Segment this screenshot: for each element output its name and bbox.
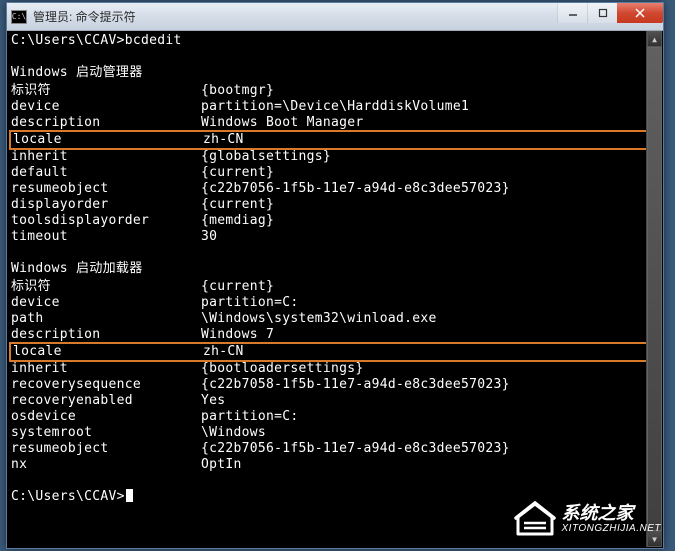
- titlebar[interactable]: C:\ 管理员: 命令提示符: [7, 3, 663, 31]
- bcd-row: resumeobject{c22b7056-1f5b-11e7-a94d-e8c…: [11, 441, 659, 457]
- bcd-row: osdevicepartition=C:: [11, 409, 659, 425]
- scroll-thumb[interactable]: [647, 47, 662, 531]
- cursor-icon: [126, 489, 133, 502]
- bcd-row: displayorder{current}: [11, 197, 659, 213]
- watermark: 系统之家 XITONGZHIJIA.NET: [514, 501, 662, 537]
- scroll-up-button[interactable]: ▲: [647, 31, 662, 47]
- section-boot-loader: Windows 启动加载器 ------------------- 标识符{cu…: [11, 261, 659, 473]
- watermark-url: XITONGZHIJIA.NET: [562, 523, 662, 534]
- watermark-title: 系统之家: [562, 504, 662, 524]
- bcd-row: resumeobject{c22b7056-1f5b-11e7-a94d-e8c…: [11, 181, 659, 197]
- maximize-button[interactable]: [587, 3, 617, 23]
- app-icon: C:\: [11, 10, 27, 24]
- prompt-line: C:\Users\CCAV>bcdedit: [11, 33, 659, 49]
- highlight-locale-1: localezh-CN: [9, 130, 661, 150]
- command-prompt-window: C:\ 管理员: 命令提示符 C:\Users\CCAV>bcdedit Win…: [6, 2, 664, 549]
- bcd-row: recoveryenabledYes: [11, 393, 659, 409]
- bcd-row: devicepartition=C:: [11, 295, 659, 311]
- bcd-row: devicepartition=\Device\HarddiskVolume1: [11, 99, 659, 115]
- section-title: Windows 启动加载器: [11, 261, 659, 277]
- section-boot-manager: Windows 启动管理器 -------------------- 标识符{b…: [11, 65, 659, 245]
- terminal-output[interactable]: C:\Users\CCAV>bcdedit Windows 启动管理器 ----…: [7, 31, 663, 548]
- bcd-row: default{current}: [11, 165, 659, 181]
- window-title: 管理员: 命令提示符: [33, 8, 136, 25]
- bcd-row: systemroot\Windows: [11, 425, 659, 441]
- vertical-scrollbar[interactable]: ▲ ▼: [646, 31, 662, 547]
- minimize-button[interactable]: [557, 3, 587, 23]
- bcd-row: timeout30: [11, 229, 659, 245]
- bcd-row: descriptionWindows 7: [11, 327, 659, 343]
- section-title: Windows 启动管理器: [11, 65, 659, 81]
- bcd-row-locale: localezh-CN: [11, 344, 659, 360]
- bcd-row: nxOptIn: [11, 457, 659, 473]
- bcd-row: descriptionWindows Boot Manager: [11, 115, 659, 131]
- bcd-row: recoverysequence{c22b7058-1f5b-11e7-a94d…: [11, 377, 659, 393]
- highlight-locale-2: localezh-CN: [9, 342, 661, 362]
- bcd-row: inherit{bootloadersettings}: [11, 361, 659, 377]
- bcd-row: toolsdisplayorder{memdiag}: [11, 213, 659, 229]
- bcd-row: inherit{globalsettings}: [11, 149, 659, 165]
- house-icon: [514, 501, 556, 537]
- close-button[interactable]: [617, 3, 663, 23]
- scroll-track[interactable]: [647, 47, 662, 531]
- window-controls: [557, 3, 663, 23]
- bcd-row: path\Windows\system32\winload.exe: [11, 311, 659, 327]
- bcd-row-locale: localezh-CN: [11, 132, 659, 148]
